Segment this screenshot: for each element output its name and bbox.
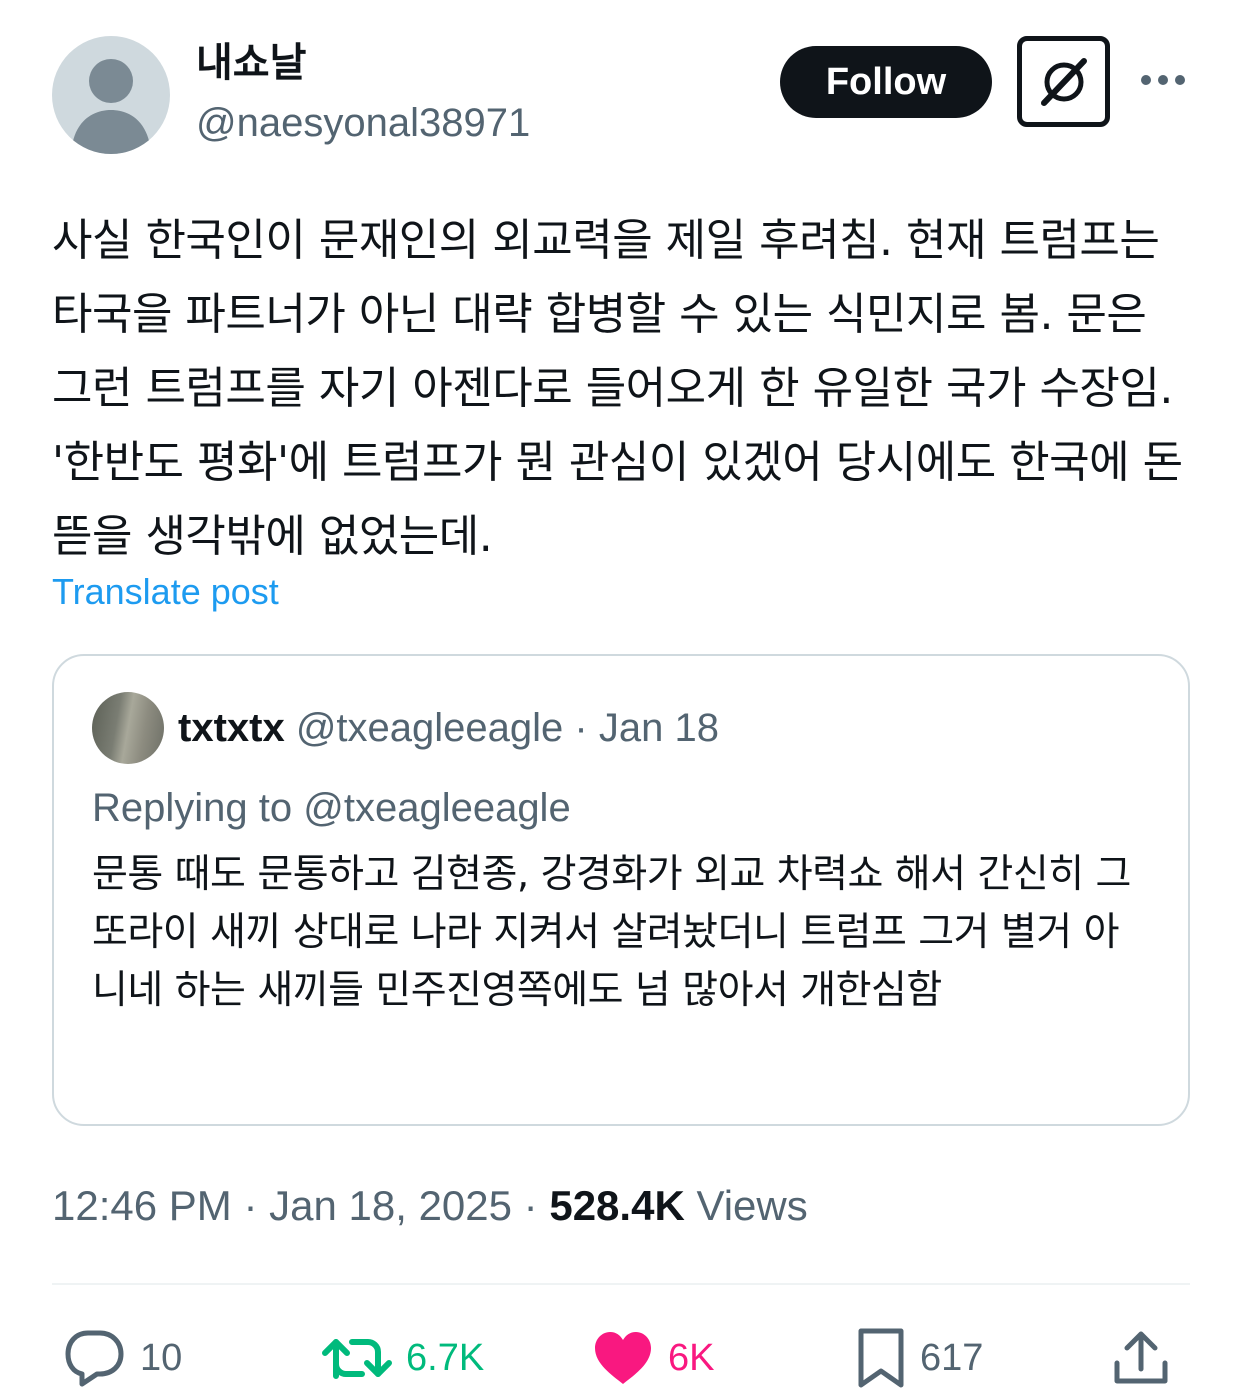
quoted-author-name[interactable]: txtxtx: [178, 706, 285, 750]
quoted-post-header: txtxtx @txeagleeagle · Jan 18: [178, 702, 719, 754]
replying-to-text: Replying to @txeagleeagle: [92, 786, 571, 830]
grok-icon: [1040, 57, 1087, 106]
like-button[interactable]: 6K: [592, 1320, 714, 1396]
post-date[interactable]: Jan 18, 2025: [269, 1182, 512, 1229]
divider: [52, 1283, 1190, 1285]
bookmark-count: 617: [920, 1336, 984, 1379]
quoted-author-handle[interactable]: @txeagleeagle: [296, 706, 563, 750]
quoted-post-card[interactable]: txtxtx @txeagleeagle · Jan 18 Replying t…: [52, 654, 1190, 1126]
default-avatar-icon: [71, 59, 151, 154]
quoted-post-date: Jan 18: [598, 706, 719, 750]
bookmark-icon: [858, 1328, 904, 1388]
translate-post-link[interactable]: Translate post: [52, 570, 279, 614]
post-time[interactable]: 12:46 PM: [52, 1182, 232, 1229]
reply-button[interactable]: 10: [64, 1320, 182, 1396]
more-icon: [1141, 75, 1185, 85]
post-text: 사실 한국인이 문재인의 외교력을 제일 후려침. 현재 트럼프는 타국을 파트…: [52, 215, 1183, 562]
author-display-name[interactable]: 내쇼날: [196, 38, 306, 88]
meta-separator: ·: [243, 1182, 258, 1229]
views-label: Views: [696, 1182, 808, 1229]
retweet-icon: [322, 1339, 392, 1379]
share-icon: [1114, 1331, 1168, 1384]
grok-button[interactable]: [1017, 36, 1110, 127]
quoted-separator: ·: [574, 706, 588, 750]
retweet-button[interactable]: 6.7K: [322, 1320, 484, 1396]
reply-icon: [65, 1330, 124, 1387]
views-count: 528.4K: [549, 1182, 685, 1229]
author-avatar[interactable]: [52, 36, 170, 154]
like-count: 6K: [668, 1336, 715, 1379]
heart-icon: [595, 1332, 651, 1384]
bookmark-button[interactable]: 617: [856, 1320, 983, 1396]
author-handle[interactable]: @naesyonal38971: [196, 98, 530, 148]
quoted-author-avatar[interactable]: [92, 692, 164, 764]
quoted-post-text: 문통 때도 문통하고 김현종, 강경화가 외교 차력쇼 해서 간신히 그 또라이…: [92, 852, 1131, 1013]
more-options-button[interactable]: [1138, 60, 1188, 100]
post-meta: 12:46 PM · Jan 18, 2025 · 528.4K Views: [52, 1178, 808, 1234]
meta-separator: ·: [523, 1182, 538, 1229]
follow-button[interactable]: Follow: [780, 46, 992, 118]
reply-count: 10: [140, 1336, 183, 1379]
retweet-count: 6.7K: [406, 1336, 485, 1379]
share-button[interactable]: [1112, 1320, 1170, 1396]
